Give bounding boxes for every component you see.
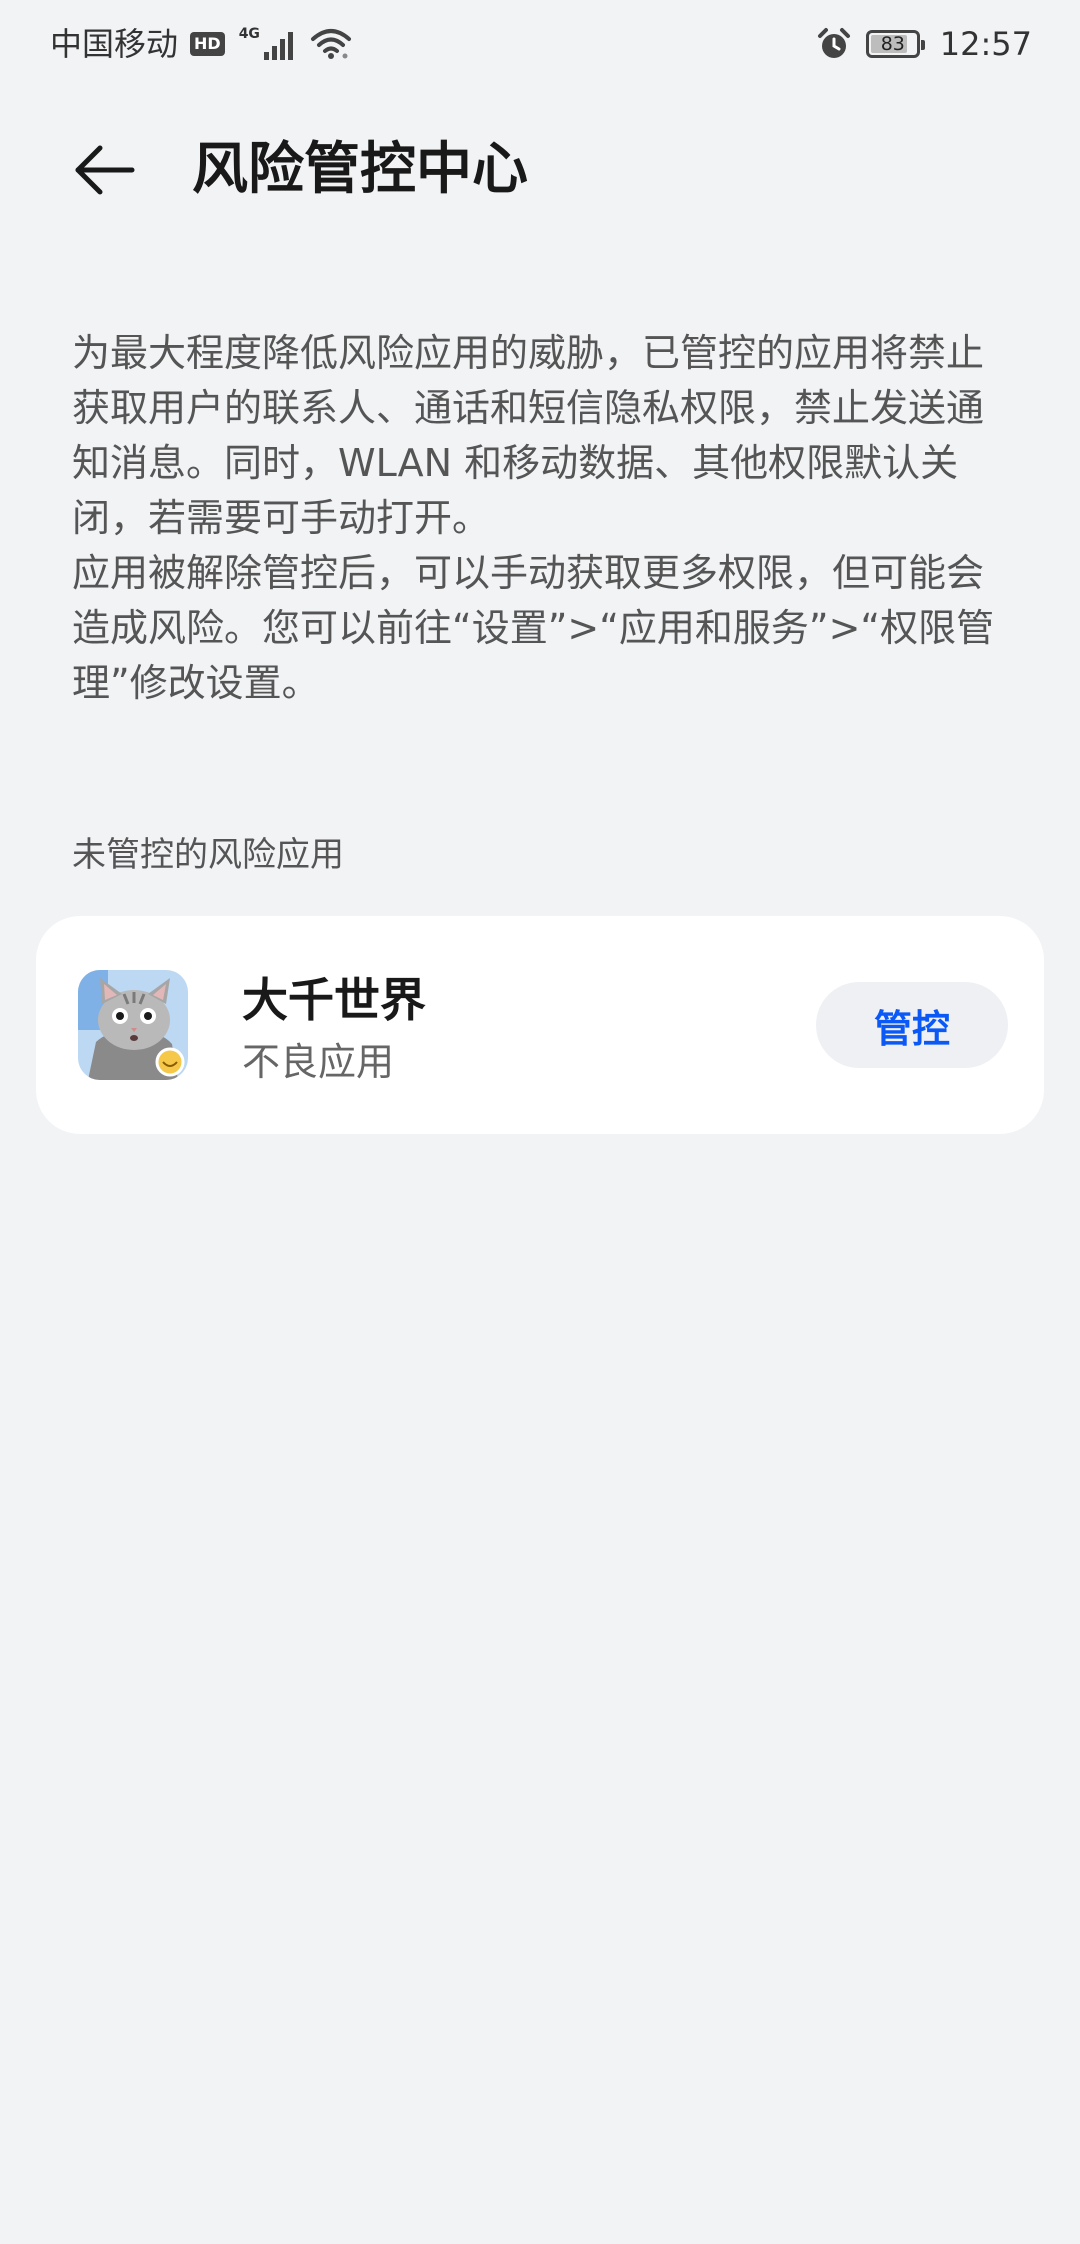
cat-app-icon[interactable] [78, 970, 188, 1080]
status-bar-left: 中国移动 HD 4G [50, 22, 352, 66]
status-time: 12:57 [939, 25, 1032, 63]
description-paragraph-2: 应用被解除管控后，可以手动获取更多权限，但可能会造成风险。您可以前往“设置”>“… [72, 551, 995, 705]
control-button[interactable]: 管控 [816, 982, 1008, 1068]
wifi-icon [310, 27, 352, 61]
alarm-icon [816, 26, 852, 62]
battery-icon: 83 [865, 30, 925, 58]
status-bar-right: 83 12:57 [816, 22, 1032, 66]
risk-app-card: 大千世界 不良应用 管控 [36, 916, 1044, 1134]
description-paragraph-1: 为最大程度降低风险应用的威胁，已管控的应用将禁止获取用户的联系人、通话和短信隐私… [72, 331, 985, 540]
page-title: 风险管控中心 [192, 137, 528, 202]
app-category: 不良应用 [242, 1040, 395, 1084]
signal-icon: 4G [239, 26, 298, 62]
hd-icon: HD [190, 32, 225, 56]
status-bar: 中国移动 HD 4G 83 12:57 [0, 0, 1080, 86]
page-header: 风险管控中心 [0, 120, 1080, 220]
network-type-label: 4G [238, 26, 260, 42]
description-text: 为最大程度降低风险应用的威胁，已管控的应用将禁止获取用户的联系人、通话和短信隐私… [72, 326, 1012, 711]
app-name: 大千世界 [242, 973, 426, 1027]
battery-level-text: 83 [880, 33, 905, 55]
back-arrow-icon [75, 145, 135, 195]
back-button[interactable] [68, 138, 140, 202]
carrier-name: 中国移动 [50, 25, 179, 63]
section-label: 未管控的风险应用 [72, 835, 344, 875]
